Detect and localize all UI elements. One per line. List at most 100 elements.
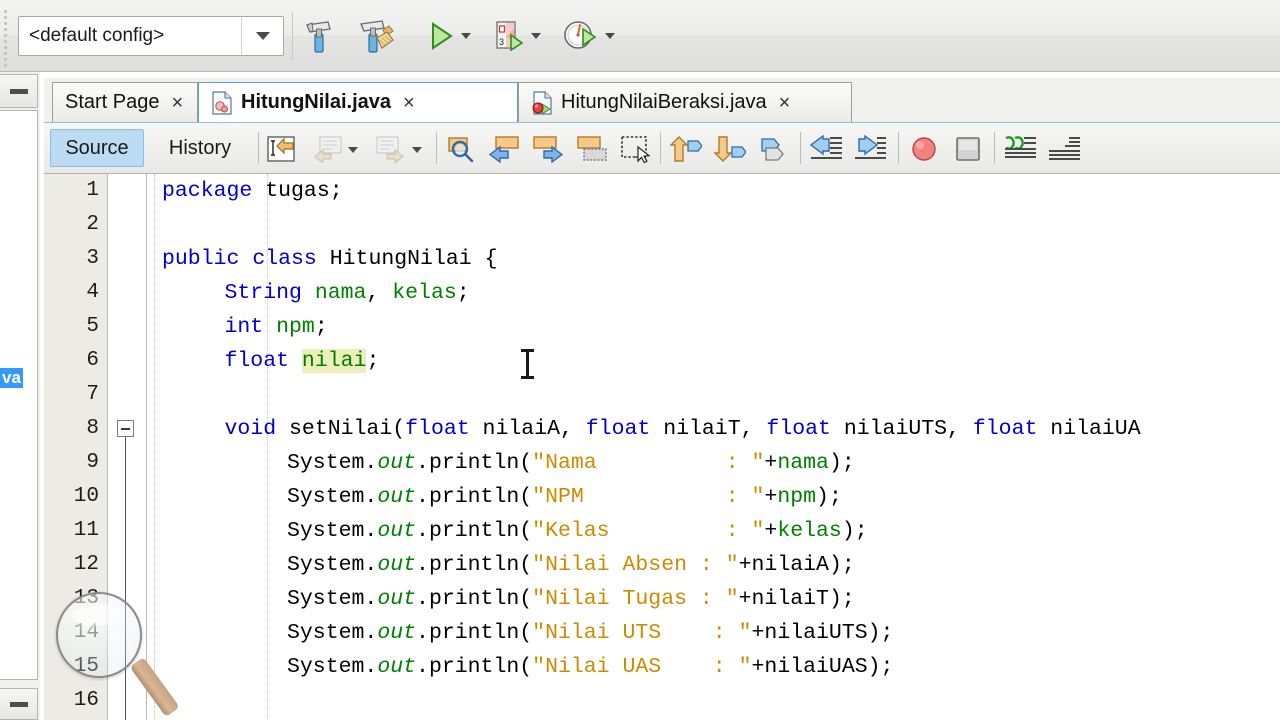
java-file-icon	[211, 90, 233, 115]
left-panel-minimize-button[interactable]	[0, 74, 38, 108]
debug-project-button[interactable]: 3	[484, 12, 532, 60]
code-line[interactable]: System.out.println("NPM : "+npm);	[287, 480, 842, 514]
run-project-button[interactable]	[416, 12, 464, 60]
line-number: 12	[73, 553, 99, 576]
code-token: out	[377, 451, 417, 475]
code-token: float	[766, 417, 831, 441]
toolbar-drag-handle[interactable]	[4, 10, 9, 67]
tab-source[interactable]: Source	[50, 129, 144, 167]
code-token: "Nilai Tugas : "	[532, 587, 739, 611]
code-editor[interactable]: 1 2 3 4 5 6 7 8 9 10 11 12 13 14 15 16 package tugas; pu…	[44, 174, 1280, 720]
back-dropdown[interactable]	[346, 143, 360, 157]
code-token: out	[377, 553, 417, 577]
code-line[interactable]: int npm;	[225, 310, 328, 344]
chevron-down-icon	[348, 147, 358, 153]
code-text-area[interactable]: package tugas; public class HitungNilai {…	[148, 174, 1280, 720]
projects-tree-panel[interactable]: va	[0, 110, 38, 680]
forward-button[interactable]	[370, 131, 410, 167]
magnifier-icon	[448, 137, 474, 163]
line-number: 4	[86, 281, 99, 304]
debug-project-dropdown[interactable]	[528, 28, 544, 44]
toggle-rectangular-selection-button[interactable]	[616, 131, 656, 167]
tree-selected-node[interactable]: va	[0, 368, 23, 388]
stop-button[interactable]	[948, 131, 988, 167]
code-line[interactable]: float nilai;	[225, 344, 379, 378]
comment-button[interactable]	[1000, 131, 1040, 167]
code-token: nilaiT,	[650, 417, 767, 441]
profile-project-dropdown[interactable]	[602, 28, 618, 44]
shift-right-button[interactable]	[850, 131, 890, 167]
code-line[interactable]: System.out.println("Nama : "+nama);	[287, 446, 855, 480]
close-icon[interactable]: ×	[403, 93, 415, 113]
code-token: package	[162, 179, 253, 203]
find-next-button[interactable]	[528, 131, 568, 167]
highlight-icon	[577, 136, 607, 161]
toggle-breakpoint-button[interactable]	[904, 131, 944, 167]
toggle-bookmark-button[interactable]	[754, 131, 794, 167]
code-line[interactable]: System.out.println("Nilai Absen : "+nila…	[287, 548, 855, 582]
debug-icon: 3	[496, 21, 524, 52]
close-icon[interactable]: ×	[779, 93, 791, 113]
code-token: System.	[287, 451, 378, 475]
code-line[interactable]: System.out.println("Kelas : "+kelas);	[287, 514, 868, 548]
code-token: "Nilai UAS : "	[532, 655, 752, 679]
code-token: public	[162, 247, 240, 271]
line-number: 1	[86, 179, 99, 202]
find-selection-button[interactable]	[442, 131, 482, 167]
shift-left-button[interactable]	[806, 131, 846, 167]
editor-tab-strip: Start Page × HitungNilai.java × HitungNi…	[44, 78, 1280, 122]
run-project-dropdown[interactable]	[458, 28, 474, 44]
code-token: npm	[777, 485, 817, 509]
tab-start-page[interactable]: Start Page ×	[52, 82, 198, 122]
code-token: out	[377, 621, 417, 645]
configuration-combobox-arrow[interactable]	[241, 17, 283, 55]
code-token: .println(	[416, 621, 533, 645]
play-green-icon	[432, 22, 453, 50]
minimize-icon	[9, 701, 28, 707]
close-icon[interactable]: ×	[172, 93, 184, 113]
code-line[interactable]: package tugas;	[162, 174, 343, 208]
profile-project-button[interactable]	[556, 12, 604, 60]
code-line[interactable]: String nama, kelas;	[225, 276, 470, 310]
code-line[interactable]: System.out.println("Nilai UAS : "+nilaiU…	[287, 650, 893, 684]
build-project-button[interactable]	[294, 12, 342, 60]
configuration-combobox[interactable]: <default config>	[18, 16, 284, 56]
tab-hitungnilaiberaksi-java[interactable]: HitungNilaiBeraksi.java ×	[518, 82, 852, 122]
i-beam-cursor	[521, 349, 534, 379]
red-circle-icon	[912, 137, 936, 161]
code-token: ;	[456, 281, 470, 305]
uncomment-button[interactable]	[1044, 131, 1084, 167]
back-button[interactable]	[308, 131, 348, 167]
forward-arrow-icon	[376, 136, 404, 163]
code-line[interactable]: void setNilai(float nilaiA, float nilaiT…	[225, 412, 1141, 446]
last-edit-button[interactable]	[262, 131, 302, 167]
code-line[interactable]: System.out.println("Nilai UTS : "+nilaiU…	[287, 616, 893, 650]
code-line[interactable]: public class HitungNilai {	[162, 242, 497, 276]
shift-right-icon	[855, 135, 886, 159]
clean-and-build-project-button[interactable]	[352, 12, 400, 60]
next-bookmark-button[interactable]	[710, 131, 750, 167]
code-fold-column[interactable]	[109, 174, 147, 720]
netbeans-ide-window: <default config> 3 va Start Page × Hitun…	[0, 0, 1280, 720]
code-token: );	[828, 451, 855, 475]
forward-dropdown[interactable]	[410, 143, 424, 157]
code-token: out	[377, 519, 417, 543]
chevron-down-icon	[605, 33, 615, 39]
code-token: );	[867, 621, 894, 645]
line-number: 2	[86, 213, 99, 236]
left-panel-bottom-minimize-button[interactable]	[0, 688, 38, 720]
code-token: out	[377, 485, 417, 509]
stop-square-icon	[956, 137, 980, 161]
toggle-highlight-button[interactable]	[572, 131, 612, 167]
code-line[interactable]: System.out.println("Nilai Tugas : "+nila…	[287, 582, 855, 616]
line-number: 9	[86, 451, 99, 474]
code-fold-toggle[interactable]	[117, 420, 134, 437]
previous-bookmark-button[interactable]	[666, 131, 706, 167]
code-token: +	[751, 621, 765, 645]
tab-hitungnilai-java[interactable]: HitungNilai.java ×	[198, 82, 518, 122]
tab-history[interactable]: History	[154, 129, 246, 167]
find-previous-button[interactable]	[484, 131, 524, 167]
line-number: 8	[86, 417, 99, 440]
